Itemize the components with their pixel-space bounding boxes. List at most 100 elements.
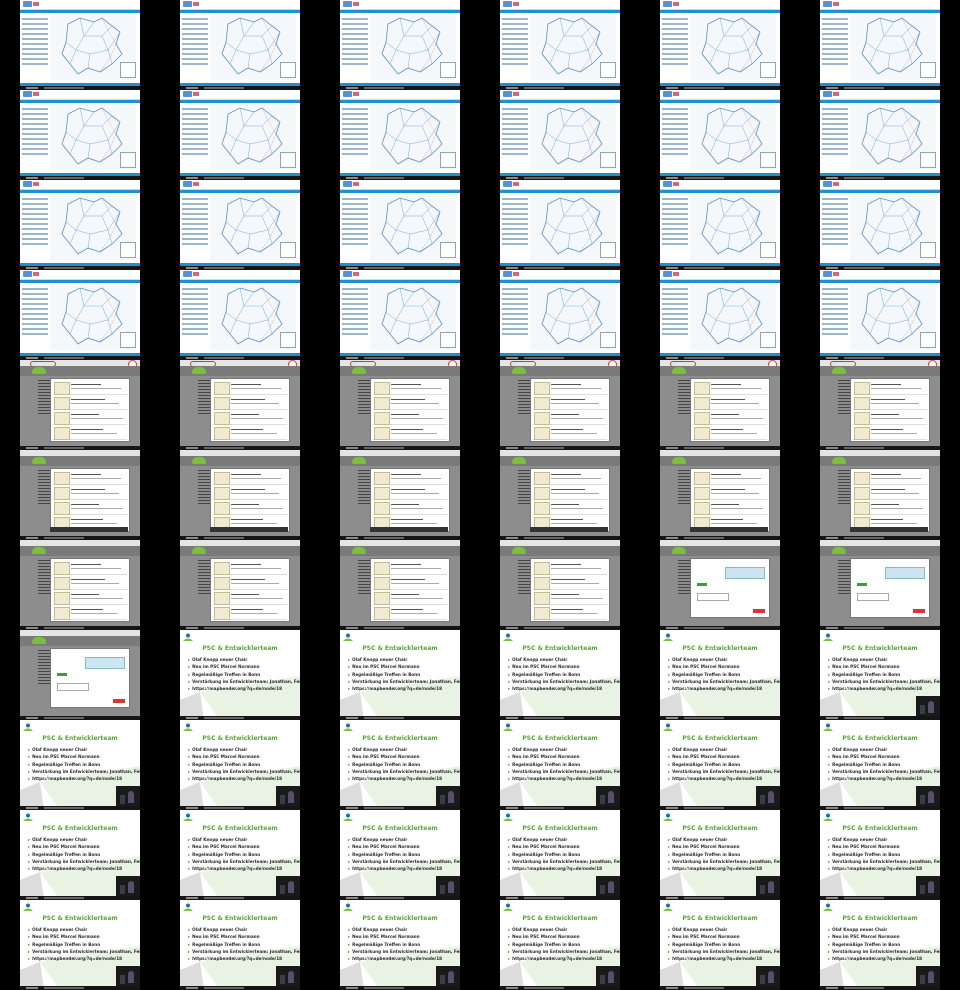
list-item[interactable] (53, 501, 127, 515)
video-thumbnail[interactable] (20, 180, 140, 270)
video-thumbnail[interactable]: PSC & Entwicklerteam Olaf Knopp neuer Ch… (340, 630, 460, 720)
list-item[interactable] (53, 381, 127, 395)
map-frame[interactable] (660, 90, 780, 180)
video-thumbnail[interactable] (500, 180, 620, 270)
video-thumbnail[interactable] (180, 0, 300, 90)
map-frame[interactable] (180, 180, 300, 270)
video-thumbnail[interactable]: PSC & Entwicklerteam Olaf Knopp neuer Ch… (820, 720, 940, 810)
list-item[interactable] (53, 486, 127, 500)
video-thumbnail[interactable]: PSC & Entwicklerteam Olaf Knopp neuer Ch… (340, 720, 460, 810)
metadata-frame[interactable] (180, 360, 300, 450)
list-item[interactable] (373, 426, 447, 440)
sidebar-menu[interactable] (358, 558, 370, 614)
delete-button[interactable] (113, 699, 125, 703)
metadata-frame[interactable] (500, 540, 620, 630)
video-thumbnail[interactable] (500, 540, 620, 630)
sidebar-menu[interactable] (678, 558, 690, 614)
video-thumbnail[interactable]: PSC & Entwicklerteam Olaf Knopp neuer Ch… (180, 900, 300, 990)
map-frame[interactable] (500, 270, 620, 360)
metadata-frame[interactable] (20, 450, 140, 540)
overview-map[interactable] (920, 152, 936, 168)
list-item[interactable] (533, 591, 607, 605)
video-thumbnail[interactable] (20, 90, 140, 180)
list-item[interactable] (853, 426, 927, 440)
list-item[interactable] (853, 486, 927, 500)
video-thumbnail[interactable]: PSC & Entwicklerteam Olaf Knopp neuer Ch… (500, 720, 620, 810)
map-frame[interactable] (820, 270, 940, 360)
list-item[interactable] (533, 381, 607, 395)
list-item[interactable] (693, 486, 767, 500)
edit-form[interactable] (850, 558, 930, 618)
map-frame[interactable] (340, 90, 460, 180)
sidebar-menu[interactable] (198, 558, 210, 614)
video-thumbnail[interactable] (500, 450, 620, 540)
green-button[interactable] (857, 583, 867, 586)
video-thumbnail[interactable] (20, 270, 140, 360)
list-item[interactable] (213, 606, 287, 620)
video-thumbnail[interactable]: PSC & Entwicklerteam Olaf Knopp neuer Ch… (340, 900, 460, 990)
list-item[interactable] (693, 426, 767, 440)
video-thumbnail[interactable] (180, 540, 300, 630)
list-item[interactable] (53, 606, 127, 620)
map-frame[interactable] (340, 180, 460, 270)
overview-map[interactable] (760, 152, 776, 168)
list-item[interactable] (53, 591, 127, 605)
video-thumbnail[interactable]: PSC & Entwicklerteam Olaf Knopp neuer Ch… (660, 720, 780, 810)
video-thumbnail[interactable] (660, 180, 780, 270)
video-thumbnail[interactable]: PSC & Entwicklerteam Olaf Knopp neuer Ch… (20, 810, 140, 900)
video-thumbnail[interactable]: PSC & Entwicklerteam Olaf Knopp neuer Ch… (180, 630, 300, 720)
video-thumbnail[interactable] (20, 360, 140, 450)
list-item[interactable] (693, 411, 767, 425)
video-thumbnail[interactable]: PSC & Entwicklerteam Olaf Knopp neuer Ch… (500, 630, 620, 720)
map-frame[interactable] (180, 0, 300, 90)
list-item[interactable] (373, 501, 447, 515)
list-item[interactable] (373, 411, 447, 425)
list-item[interactable] (373, 561, 447, 575)
video-thumbnail[interactable] (820, 90, 940, 180)
list-item[interactable] (693, 396, 767, 410)
video-thumbnail[interactable]: PSC & Entwicklerteam Olaf Knopp neuer Ch… (820, 900, 940, 990)
list-item[interactable] (373, 471, 447, 485)
sidebar-menu[interactable] (678, 378, 690, 434)
metadata-frame[interactable] (820, 540, 940, 630)
video-thumbnail[interactable] (500, 90, 620, 180)
map-frame[interactable] (340, 270, 460, 360)
overview-map[interactable] (600, 332, 616, 348)
video-thumbnail[interactable] (660, 540, 780, 630)
sidebar-menu[interactable] (38, 648, 50, 704)
video-thumbnail[interactable] (500, 360, 620, 450)
video-thumbnail[interactable] (340, 450, 460, 540)
metadata-frame[interactable] (180, 450, 300, 540)
map-frame[interactable] (180, 270, 300, 360)
list-item[interactable] (213, 426, 287, 440)
edit-form[interactable] (690, 558, 770, 618)
text-field[interactable] (857, 593, 889, 601)
overview-map[interactable] (760, 242, 776, 258)
video-thumbnail[interactable] (340, 360, 460, 450)
list-item[interactable] (213, 411, 287, 425)
metadata-frame[interactable] (820, 450, 940, 540)
video-thumbnail[interactable]: PSC & Entwicklerteam Olaf Knopp neuer Ch… (20, 720, 140, 810)
video-thumbnail[interactable] (340, 180, 460, 270)
list-item[interactable] (53, 426, 127, 440)
list-item[interactable] (533, 411, 607, 425)
overview-map[interactable] (120, 152, 136, 168)
video-thumbnail[interactable]: PSC & Entwicklerteam Olaf Knopp neuer Ch… (500, 810, 620, 900)
list-item[interactable] (213, 396, 287, 410)
list-item[interactable] (693, 501, 767, 515)
sidebar-menu[interactable] (518, 468, 530, 524)
video-thumbnail[interactable] (820, 360, 940, 450)
map-frame[interactable] (820, 180, 940, 270)
map-frame[interactable] (20, 180, 140, 270)
list-item[interactable] (53, 471, 127, 485)
list-item[interactable] (533, 606, 607, 620)
map-frame[interactable] (180, 90, 300, 180)
video-thumbnail[interactable] (660, 90, 780, 180)
metadata-frame[interactable] (500, 360, 620, 450)
map-frame[interactable] (820, 0, 940, 90)
list-item[interactable] (213, 561, 287, 575)
list-item[interactable] (533, 396, 607, 410)
video-thumbnail[interactable]: PSC & Entwicklerteam Olaf Knopp neuer Ch… (500, 900, 620, 990)
delete-button[interactable] (913, 609, 925, 613)
overview-map[interactable] (920, 332, 936, 348)
